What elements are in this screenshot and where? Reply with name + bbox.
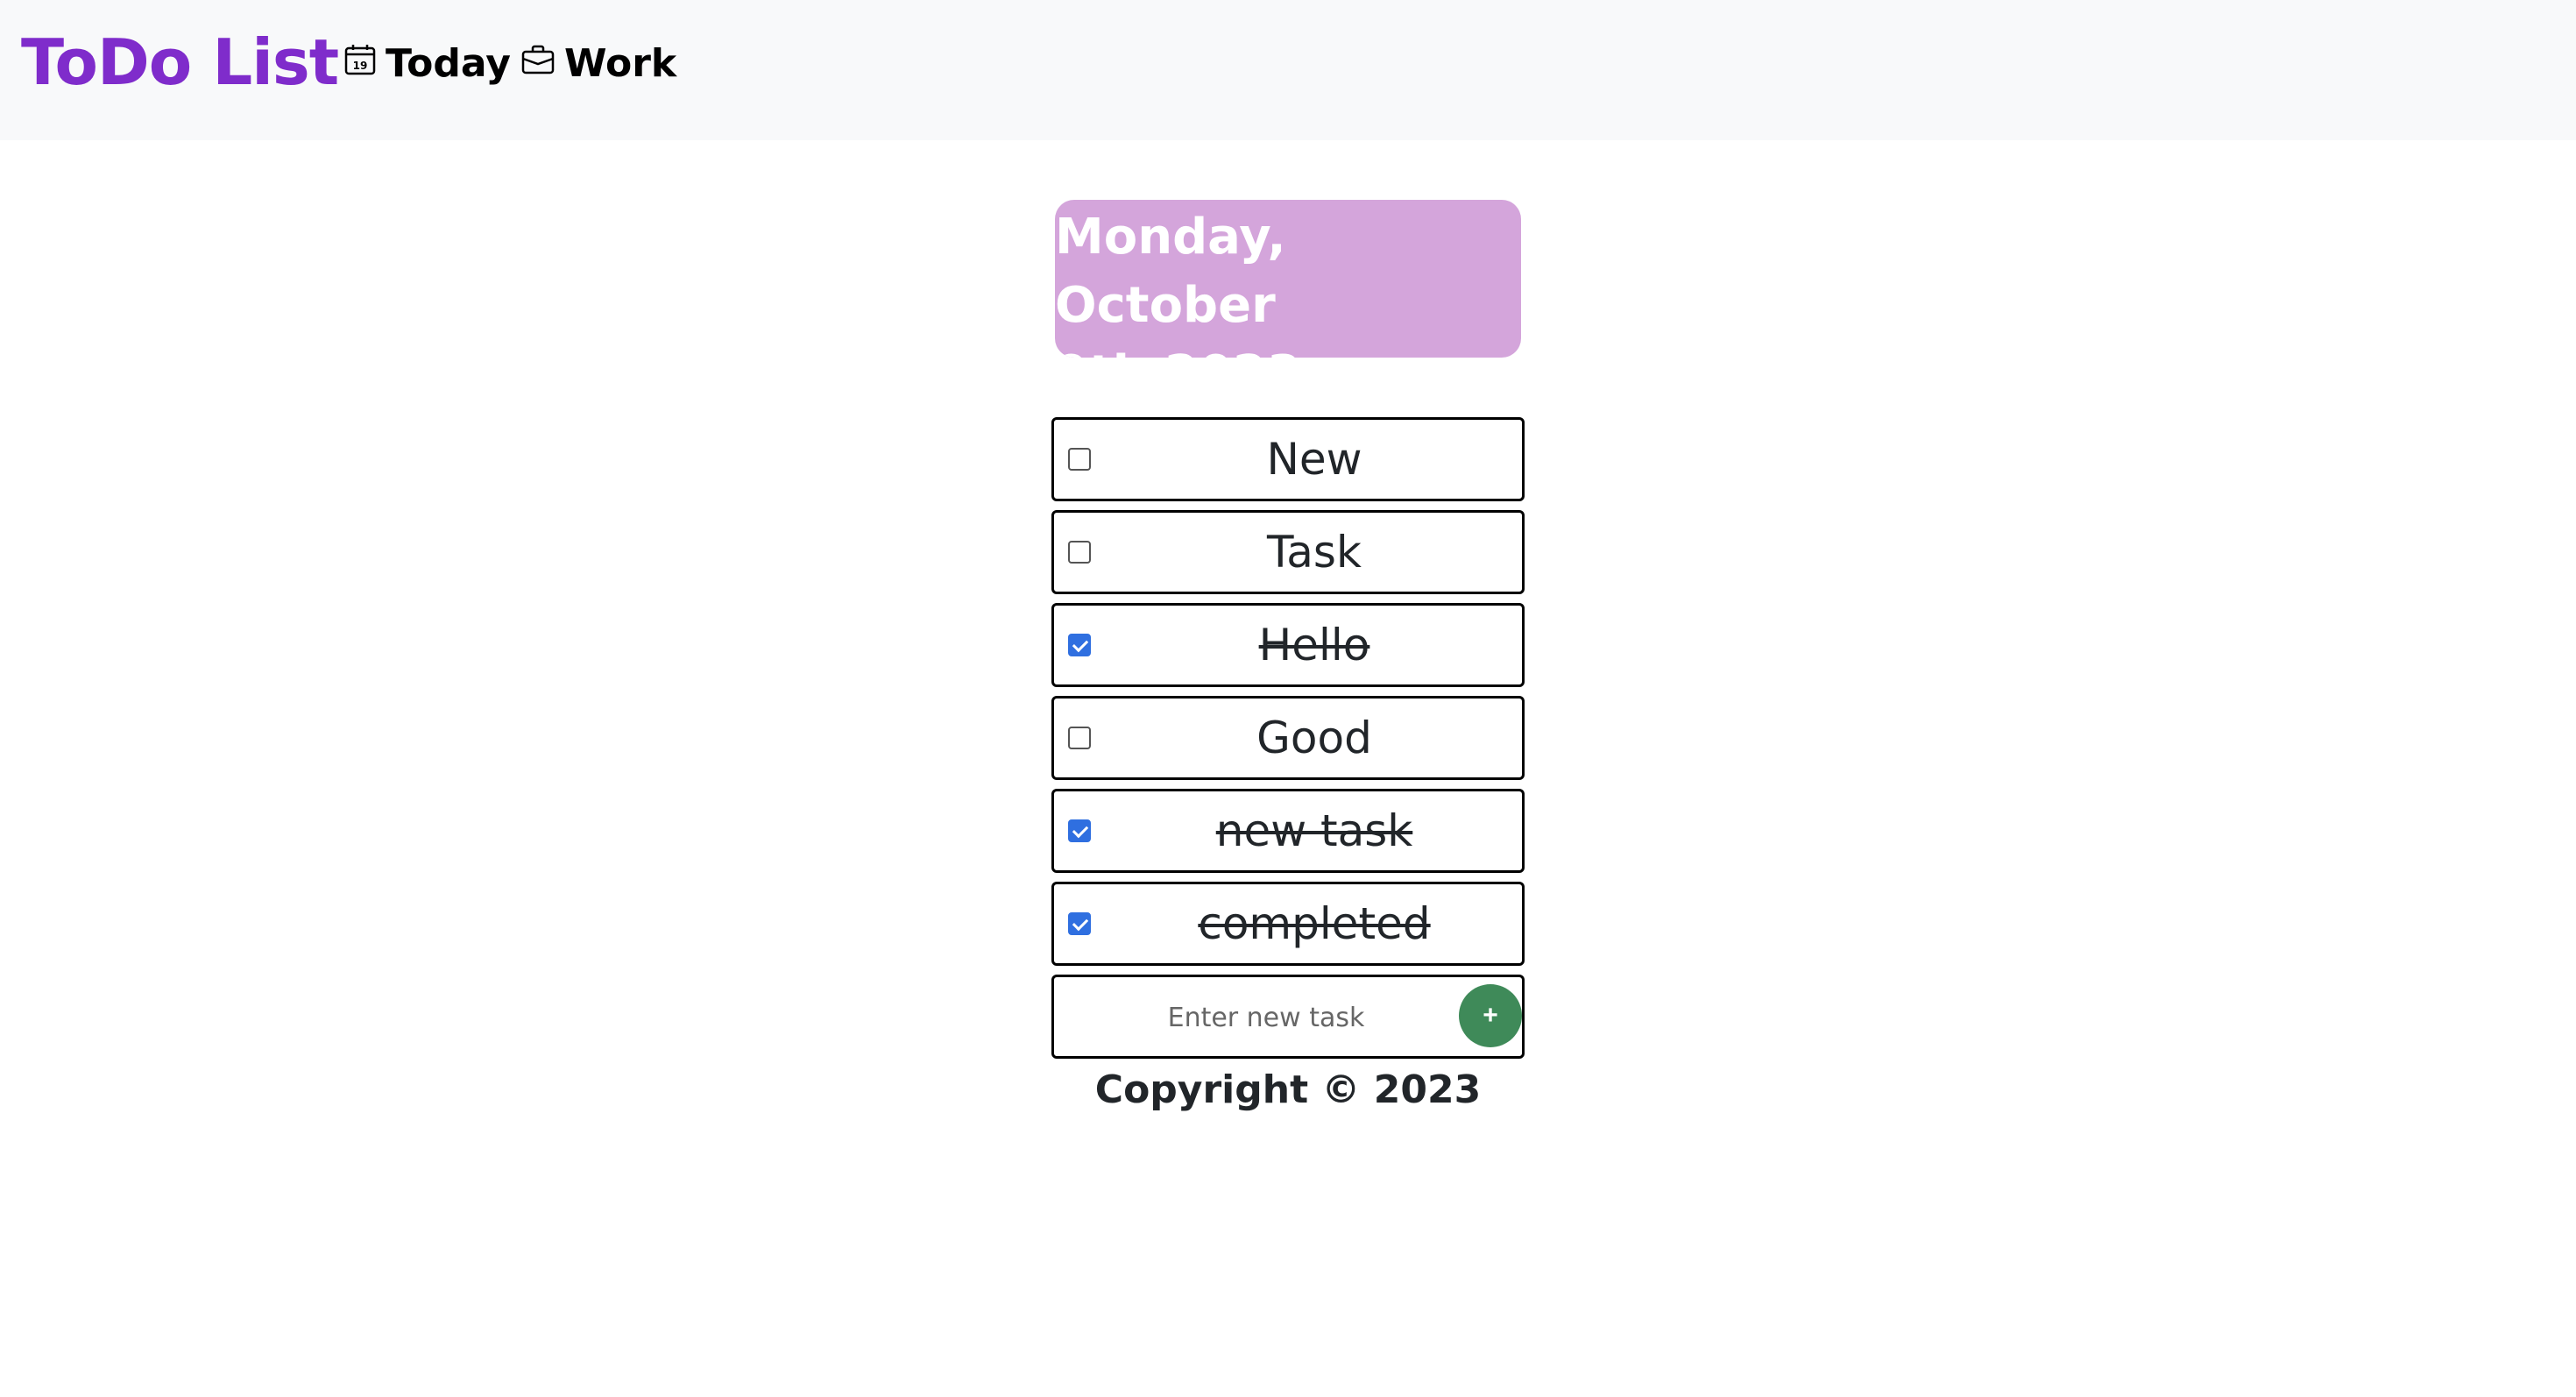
task-item: New — [1051, 417, 1525, 501]
add-task-button[interactable]: + — [1459, 984, 1522, 1047]
task-label: Good — [1256, 713, 1372, 763]
nav-link-today[interactable]: 19 Today — [343, 35, 511, 91]
calendar-icon-day: 19 — [353, 60, 368, 72]
task-checkbox[interactable] — [1068, 448, 1091, 471]
footer-copyright: Copyright © 2023 — [1094, 1067, 1482, 1112]
navbar: ToDo List 19 Today Work — [0, 0, 2576, 140]
task-label: Hello — [1258, 620, 1370, 670]
nav-link-label: Work — [564, 40, 677, 86]
new-task-input[interactable] — [1072, 989, 1461, 1046]
task-label: new task — [1215, 805, 1413, 856]
task-checkbox[interactable] — [1068, 819, 1091, 842]
nav-link-work[interactable]: Work — [520, 35, 676, 91]
task-item: completed — [1051, 882, 1525, 966]
new-task-form: + — [1051, 975, 1525, 1059]
briefcase-icon — [520, 41, 556, 86]
task-checkbox[interactable] — [1068, 634, 1091, 656]
task-item: Good — [1051, 696, 1525, 780]
calendar-icon: 19 — [343, 41, 377, 86]
task-label: completed — [1198, 898, 1431, 949]
date-line-2: 9th 2023 — [1055, 340, 1521, 358]
task-label: Task — [1267, 527, 1362, 578]
date-line-1: Monday, October — [1055, 209, 1286, 334]
task-item: Task — [1051, 510, 1525, 594]
nav-link-label: Today — [386, 40, 511, 86]
task-item: new task — [1051, 789, 1525, 873]
task-checkbox[interactable] — [1068, 912, 1091, 935]
brand-logo[interactable]: ToDo List — [21, 25, 339, 100]
task-list: New Task Hello Good new task completed + — [1051, 417, 1525, 1059]
task-checkbox[interactable] — [1068, 541, 1091, 564]
task-item: Hello — [1051, 603, 1525, 687]
task-checkbox[interactable] — [1068, 727, 1091, 749]
date-card: Monday, October 9th 2023 — [1055, 200, 1521, 358]
task-label: New — [1266, 434, 1362, 485]
